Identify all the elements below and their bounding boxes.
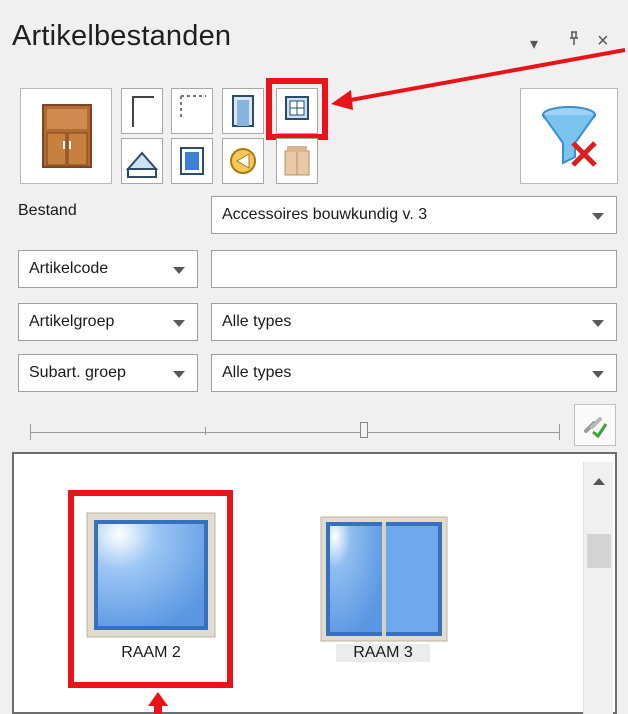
multi-cabinet-button[interactable] (276, 138, 318, 184)
item-highlight (68, 490, 233, 688)
slider-track (30, 432, 560, 433)
dotted-frame-button[interactable] (171, 88, 213, 134)
roof-button[interactable] (121, 138, 163, 184)
subart-select[interactable]: Alle types (211, 354, 617, 392)
slider-tick (559, 424, 560, 440)
results-list: RAAM 2 RAAM 3 (12, 452, 617, 714)
bestand-select[interactable]: Accessoires bouwkundig v. 3 (211, 196, 617, 234)
artikelgroep-field-select[interactable]: Artikelgroep (18, 303, 198, 341)
chevron-down-icon (592, 213, 604, 220)
link-check-icon (584, 417, 608, 439)
slider-thumb[interactable] (360, 422, 368, 438)
size-slider[interactable] (30, 418, 560, 440)
subart-label: Subart. groep (29, 364, 126, 381)
panel-icon (180, 147, 204, 175)
scrollbar[interactable] (583, 462, 613, 714)
slider-tick (205, 427, 206, 435)
dotted-frame-icon (180, 95, 206, 119)
link-check-button[interactable] (574, 404, 616, 446)
artikelcode-input[interactable] (211, 250, 617, 288)
wall-corner-icon (132, 96, 154, 127)
scroll-up-icon[interactable] (593, 478, 605, 485)
door-icon (232, 95, 254, 127)
scrollbar-thumb[interactable] (587, 534, 611, 568)
multi-cabinet-icon (284, 146, 310, 176)
annotation-arrow-right (331, 48, 626, 110)
roof-icon (125, 151, 159, 178)
artikelgroep-value: Alle types (222, 313, 292, 330)
item-label: RAAM 3 (336, 644, 430, 662)
subart-value: Alle types (222, 364, 292, 381)
annotation-arrow-up (148, 692, 168, 714)
wall-corner-button[interactable] (121, 88, 163, 134)
slider-tick (30, 424, 31, 440)
artikelgroep-select[interactable]: Alle types (211, 303, 617, 341)
list-item[interactable]: RAAM 3 (310, 494, 450, 682)
arrow-circle-icon (230, 148, 256, 174)
cabinet-button[interactable] (20, 88, 112, 184)
chevron-down-icon (592, 371, 604, 378)
artikelcode-select[interactable]: Artikelcode (18, 250, 198, 288)
artikelgroep-label: Artikelgroep (29, 313, 115, 330)
arrow-circle-button[interactable] (222, 138, 264, 184)
window-grid-highlight (266, 78, 328, 140)
panel-button[interactable] (171, 138, 213, 184)
bestand-label: Bestand (18, 202, 77, 219)
chevron-down-icon (173, 371, 185, 378)
cabinet-icon (42, 104, 92, 168)
window-thumbnail (320, 516, 448, 642)
chevron-down-icon (173, 320, 185, 327)
panel-title: Artikelbestanden (12, 20, 232, 52)
chevron-down-icon (592, 320, 604, 327)
subart-field-select[interactable]: Subart. groep (18, 354, 198, 392)
bestand-value: Accessoires bouwkundig v. 3 (222, 206, 428, 223)
door-button[interactable] (222, 88, 264, 134)
chevron-down-icon (173, 267, 185, 274)
artikelcode-label: Artikelcode (29, 260, 109, 277)
